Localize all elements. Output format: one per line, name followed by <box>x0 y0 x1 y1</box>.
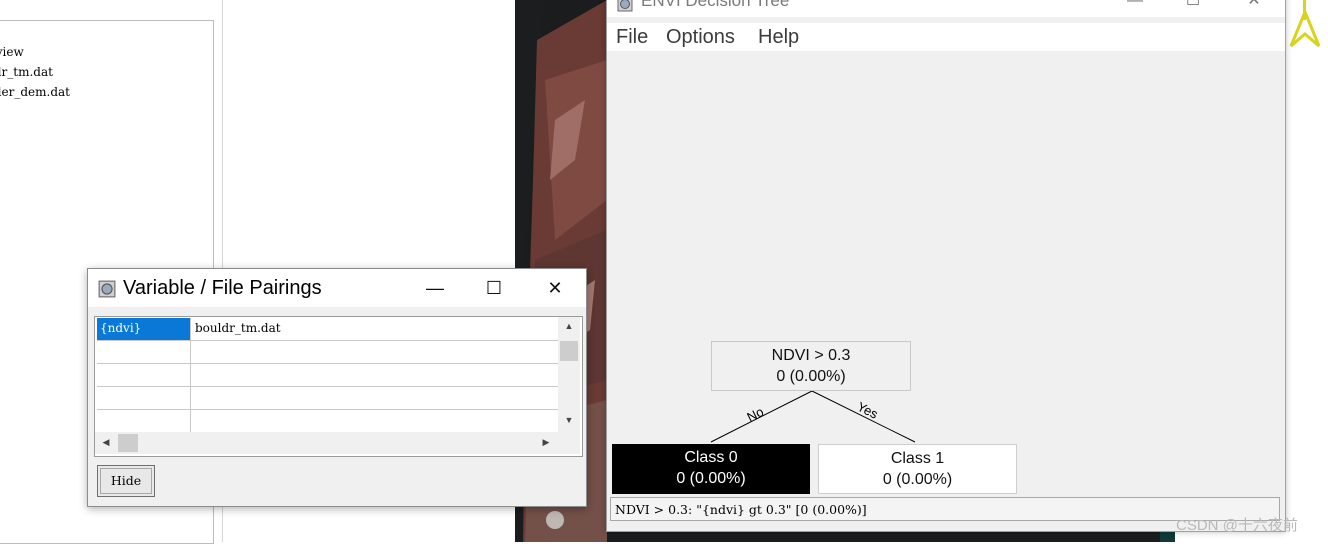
class-0-stats: 0 (0.00%) <box>676 470 746 487</box>
variable-file-pairings-dialog: Variable / File Pairings — ☐ ✕ {ndvi} bo… <box>87 268 587 507</box>
horizontal-scroll-thumb[interactable] <box>118 434 138 452</box>
root-node-condition: NDVI > 0.3 <box>771 347 851 364</box>
dialog-title: Variable / File Pairings <box>123 277 322 299</box>
vertical-scrollbar[interactable]: ▲ ▼ <box>558 317 580 432</box>
variable-cell[interactable] <box>97 364 191 386</box>
file-cell[interactable]: bouldr_tm.dat <box>192 318 558 340</box>
dialog-maximize-button[interactable]: ☐ <box>469 275 519 301</box>
hide-button[interactable]: Hide <box>97 465 155 497</box>
table-row[interactable] <box>97 364 558 387</box>
table-row[interactable]: {ndvi} bouldr_tm.dat <box>97 318 558 341</box>
variable-cell[interactable] <box>97 341 191 363</box>
hide-button-label: Hide <box>100 468 152 494</box>
file-cell[interactable] <box>192 364 558 386</box>
table-row[interactable] <box>97 410 558 433</box>
table-row[interactable] <box>97 341 558 364</box>
dialog-titlebar[interactable]: Variable / File Pairings — ☐ ✕ <box>88 269 586 307</box>
dialog-minimize-button[interactable]: — <box>410 275 460 301</box>
right-panel <box>1285 0 1328 542</box>
class-0-label: Class 0 <box>684 449 738 466</box>
variable-cell[interactable] <box>97 387 191 409</box>
root-decision-node[interactable]: NDVI > 0.3 0 (0.00%) <box>711 341 911 391</box>
file-cell[interactable] <box>192 410 558 432</box>
scroll-up-icon[interactable]: ▲ <box>559 321 579 331</box>
class-1-node[interactable]: Class 1 0 (0.00%) <box>818 444 1017 494</box>
class-1-label: Class 1 <box>890 450 945 467</box>
dialog-close-button[interactable]: ✕ <box>530 275 580 301</box>
pairings-table: {ndvi} bouldr_tm.dat ▲ ▼ ◀ ▶ <box>94 316 583 457</box>
north-arrow-icon <box>1289 0 1321 48</box>
file-list-item-overview[interactable]: rview <box>0 45 24 59</box>
envi-app-icon <box>98 280 116 298</box>
file-cell[interactable] <box>192 387 558 409</box>
class-0-node[interactable]: Class 0 0 (0.00%) <box>612 444 810 494</box>
variable-cell[interactable] <box>97 410 191 432</box>
file-cell[interactable] <box>192 341 558 363</box>
scroll-down-icon[interactable]: ▼ <box>559 415 579 425</box>
file-list-item-boulder-dem[interactable]: lder_dem.dat <box>0 85 70 99</box>
horizontal-scrollbar[interactable]: ◀ ▶ <box>95 432 558 454</box>
file-list-item-bouldr-tm[interactable]: ldr_tm.dat <box>0 65 53 79</box>
decision-tree-window: ENVI Decision Tree — ☐ ✕ File Options He… <box>606 0 1286 532</box>
scrollbar-corner <box>558 432 580 454</box>
scroll-right-icon[interactable]: ▶ <box>536 437 556 448</box>
edge-yes-label: Yes <box>855 399 881 422</box>
variable-cell[interactable]: {ndvi} <box>97 318 191 340</box>
edge-no-label: No <box>744 404 766 425</box>
table-row[interactable] <box>97 387 558 410</box>
vertical-scroll-thumb[interactable] <box>560 341 578 361</box>
root-node-stats: 0 (0.00%) <box>776 368 846 385</box>
scroll-left-icon[interactable]: ◀ <box>96 437 116 448</box>
watermark: CSDN @十六夜前 <box>1176 517 1298 534</box>
class-1-stats: 0 (0.00%) <box>882 471 953 488</box>
